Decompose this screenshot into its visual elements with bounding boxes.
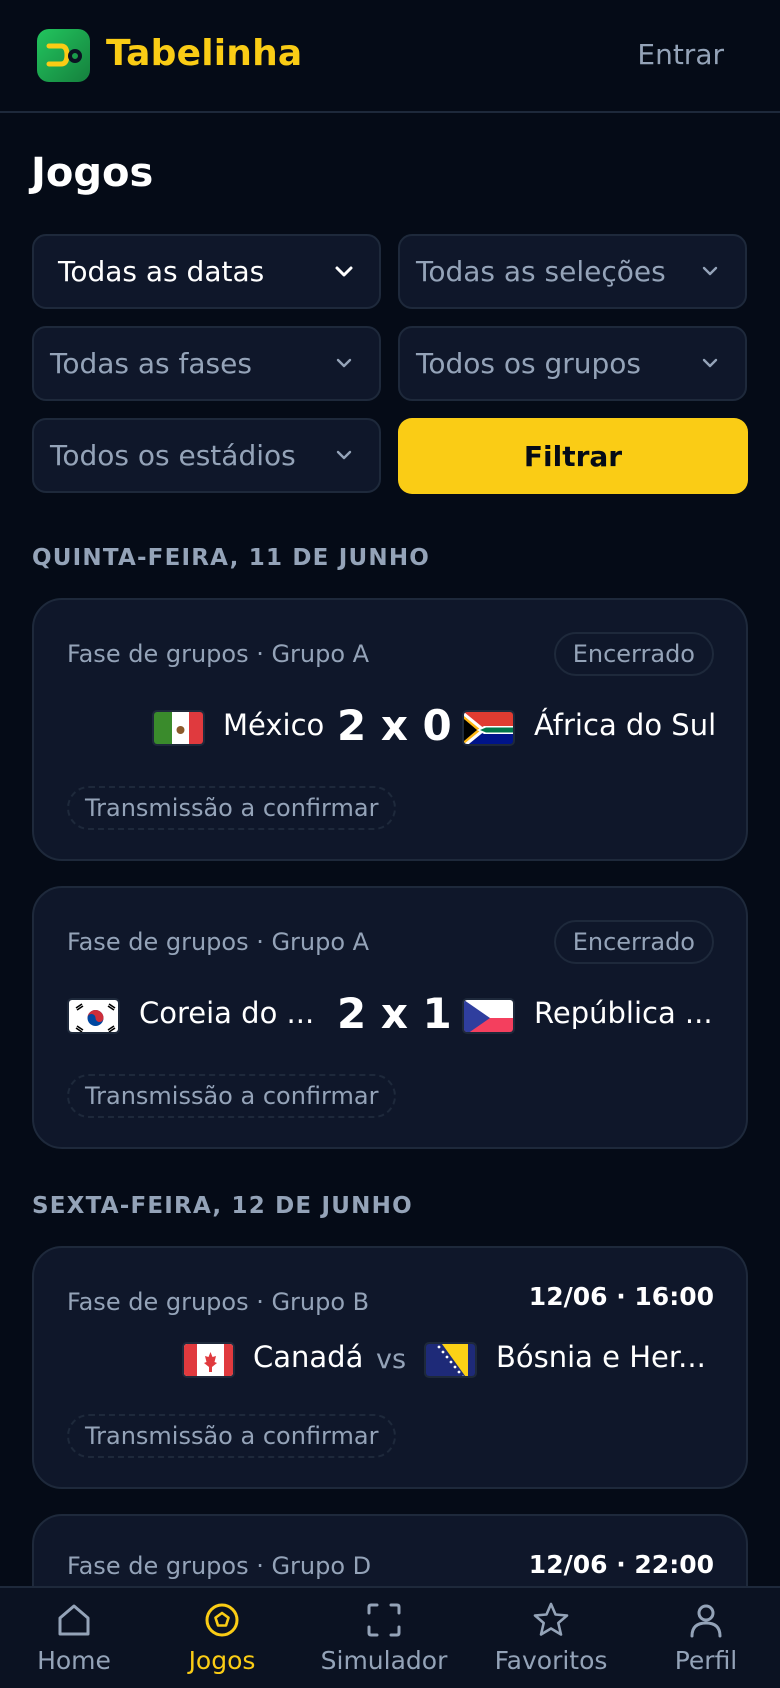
away-team-name: República ... [534,996,713,1030]
phase-filter-select[interactable]: Todas as fases [32,326,381,401]
away-team-name: África do Sul [534,708,717,742]
match-phase: Fase de grupos · Grupo A [67,640,370,668]
nav-favoritos[interactable]: Favoritos [493,1588,609,1688]
match-teams-row: Canadá vs Bósnia e Her... [34,1330,750,1390]
canada-flag-icon [182,1342,235,1378]
nav-simulador[interactable]: Simulador [318,1588,450,1688]
user-icon [690,1604,722,1638]
match-status-badge: Encerrado [553,632,714,676]
stadium-filter-value: Todos os estádios [50,439,296,472]
bosnia-flag-icon [424,1342,477,1378]
date-filter-value: Todas as datas [58,255,265,288]
page-title: Jogos [31,150,154,196]
nav-label: Perfil [674,1646,738,1675]
login-link[interactable]: Entrar [637,38,724,71]
south-africa-flag-icon [462,710,515,746]
day-heading: SEXTA-FEIRA, 12 DE JUNHO [32,1193,413,1219]
match-score: 2 x 1 [337,989,452,1038]
match-card[interactable]: Fase de grupos · Grupo B 12/06 · 16:00 C… [32,1246,748,1489]
match-status-badge: Encerrado [553,920,714,964]
star-icon [533,1602,569,1636]
south-korea-flag-icon [67,998,120,1034]
match-kickoff-time: 12/06 · 16:00 [528,1282,714,1311]
group-filter-value: Todos os grupos [416,347,642,380]
match-card[interactable]: Fase de grupos · Grupo A Encerrado Corei… [32,886,748,1149]
nav-label: Simulador [320,1646,448,1675]
chevron-down-icon [336,450,352,460]
chevron-down-icon [702,266,718,276]
mexico-flag-icon [152,710,205,746]
bottom-navigation: Home Jogos Simulador Favoritos Perfil [0,1586,780,1688]
broadcast-tag: Transmissão a confirmar [67,1414,397,1458]
nav-label: Home [37,1646,111,1675]
app-logo-icon[interactable] [37,29,90,82]
versus-label: vs [376,1344,407,1375]
nav-label: Jogos [188,1646,256,1675]
match-phase: Fase de grupos · Grupo D [67,1552,372,1580]
home-team-name: Canadá [253,1340,364,1374]
team-filter-select[interactable]: Todas as seleções [398,234,747,309]
nav-jogos[interactable]: Jogos [182,1588,262,1688]
broadcast-tag: Transmissão a confirmar [67,1074,397,1118]
broadcast-tag: Transmissão a confirmar [67,786,397,830]
home-team-name: Coreia do ... [139,996,315,1030]
home-icon [58,1604,90,1636]
chevron-down-icon [336,358,352,368]
soccer-ball-icon [205,1603,239,1637]
filter-button[interactable]: Filtrar [398,418,748,494]
chevron-down-icon [702,358,718,368]
date-filter-select[interactable]: Todas as datas [32,234,381,309]
away-team-name: Bósnia e Her... [496,1340,706,1374]
nav-home[interactable]: Home [34,1588,114,1688]
group-filter-select[interactable]: Todos os grupos [398,326,747,401]
match-phase: Fase de grupos · Grupo B [67,1288,370,1316]
nav-perfil[interactable]: Perfil [666,1588,746,1688]
match-teams-row: Coreia do ... 2 x 1 República ... [34,986,750,1046]
match-phase: Fase de grupos · Grupo A [67,928,370,956]
home-team-name: México [223,708,325,742]
czech-republic-flag-icon [462,998,515,1034]
match-kickoff-time: 12/06 · 22:00 [528,1550,714,1579]
match-card[interactable]: Fase de grupos · Grupo A Encerrado Méxic… [32,598,748,861]
nav-label: Favoritos [494,1646,608,1675]
phase-filter-value: Todas as fases [50,347,252,380]
scan-frame-icon [367,1603,401,1637]
app-name[interactable]: Tabelinha [106,33,302,74]
match-score: 2 x 0 [337,701,452,750]
match-teams-row: México 2 x 0 África do Sul [34,698,750,758]
day-heading: QUINTA-FEIRA, 11 DE JUNHO [32,545,431,571]
stadium-filter-select[interactable]: Todos os estádios [32,418,381,493]
top-header: Tabelinha Entrar [0,0,780,113]
team-filter-value: Todas as seleções [416,255,666,288]
chevron-down-icon [335,266,353,277]
